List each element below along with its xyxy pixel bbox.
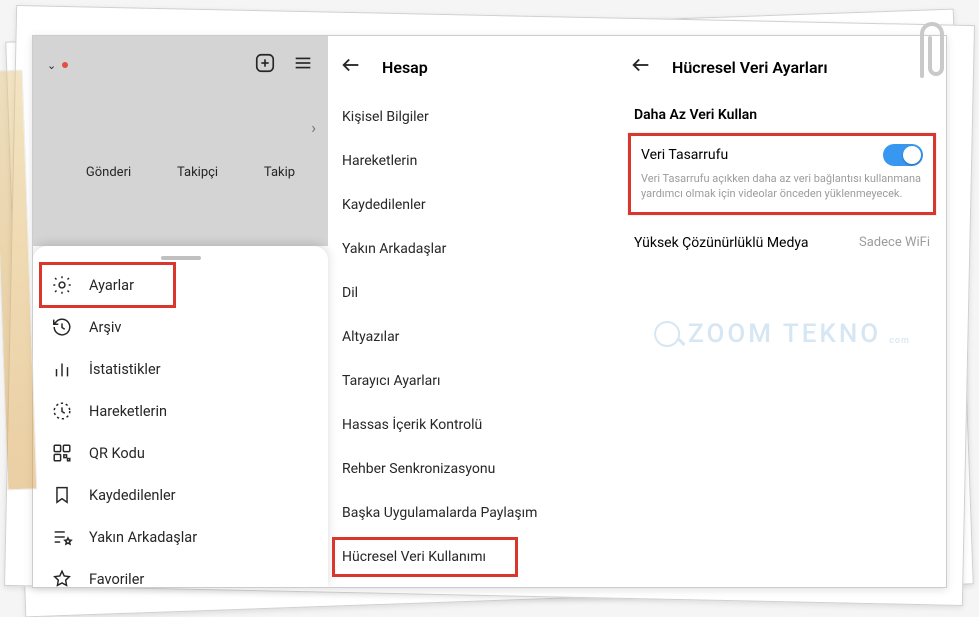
account-item-personal-info[interactable]: Kişisel Bilgiler (328, 97, 618, 137)
high-res-media-label: Yüksek Çözünürlüklü Medya (634, 235, 809, 251)
page-title: Hücresel Veri Ayarları (672, 58, 828, 77)
screen-cellular-data-settings: Hücresel Veri Ayarları Daha Az Veri Kull… (618, 36, 946, 587)
notification-dot-icon (62, 62, 68, 68)
menu-label: Favoriler (89, 571, 144, 588)
drag-handle[interactable] (161, 256, 201, 260)
data-saver-description: Veri Tasarrufu açıkken daha az veri bağl… (641, 172, 923, 202)
magnifier-icon (654, 321, 680, 347)
bar-chart-icon (51, 358, 73, 380)
stat-posts-label[interactable]: Gönderi (86, 165, 131, 180)
menu-item-close-friends[interactable]: Yakın Arkadaşlar (33, 516, 328, 558)
gear-icon (51, 274, 73, 296)
menu-item-settings[interactable]: Ayarlar (33, 264, 328, 306)
chevron-right-icon: › (311, 118, 316, 137)
history-icon (51, 316, 73, 338)
menu-item-favorites[interactable]: Favoriler (33, 558, 328, 587)
account-item-browser-settings[interactable]: Tarayıcı Ayarları (328, 361, 618, 401)
account-item-contacts-sync[interactable]: Rehber Senkronizasyonu (328, 449, 618, 489)
menu-item-qr[interactable]: QR Kodu (33, 432, 328, 474)
account-item-cellular-data[interactable]: Hücresel Veri Kullanımı (328, 537, 618, 577)
account-item-close-friends[interactable]: Yakın Arkadaşlar (328, 229, 618, 269)
menu-item-saved[interactable]: Kaydedilenler (33, 474, 328, 516)
back-button[interactable] (630, 54, 652, 81)
plus-square-icon (254, 52, 276, 74)
bookmark-icon (51, 484, 73, 506)
arrow-left-icon (340, 54, 362, 76)
clock-dotted-icon (51, 400, 73, 422)
account-item-original-posts[interactable]: Asıl Gönderiler (328, 581, 618, 588)
page-title: Hesap (382, 58, 428, 77)
account-item-language[interactable]: Dil (328, 273, 618, 313)
menu-label: QR Kodu (89, 445, 145, 462)
menu-label: Ayarlar (89, 277, 134, 294)
chevron-down-icon: ⌄ (47, 59, 56, 72)
screen-account-settings: Hesap Kişisel Bilgiler Hareketlerin Kayd… (328, 36, 618, 587)
menu-item-activity[interactable]: Hareketlerin (33, 390, 328, 432)
stat-followers-label[interactable]: Takipçi (177, 165, 218, 180)
arrow-left-icon (630, 54, 652, 76)
stat-following-label[interactable]: Takip (264, 165, 295, 180)
data-saver-block: Veri Tasarrufu Veri Tasarrufu açıkken da… (628, 133, 936, 215)
account-item-saved[interactable]: Kaydedilenler (328, 185, 618, 225)
high-res-media-row[interactable]: Yüksek Çözünürlüklü Medya Sadece WiFi (618, 225, 946, 261)
watermark: ZOOM TEKNO com (654, 319, 910, 349)
account-item-your-activity[interactable]: Hareketlerin (328, 141, 618, 181)
hamburger-menu-button[interactable] (292, 52, 314, 78)
menu-label: Kaydedilenler (89, 487, 176, 504)
menu-label: Yakın Arkadaşlar (89, 529, 197, 546)
account-item-sharing-other-apps[interactable]: Başka Uygulamalarda Paylaşım (328, 493, 618, 533)
back-button[interactable] (340, 54, 362, 81)
menu-icon (292, 52, 314, 74)
username-dropdown[interactable]: ⌄ (47, 59, 68, 72)
account-item-captions[interactable]: Altyazılar (328, 317, 618, 357)
tutorial-collage: ⌄ › Gönderi Takipçi (32, 35, 947, 588)
high-res-media-value: Sadece WiFi (859, 235, 930, 251)
section-less-data: Daha Az Veri Kullan (618, 97, 946, 129)
profile-bottom-sheet: Ayarlar Arşiv İstatistikler Hareketlerin (33, 246, 328, 587)
menu-label: İstatistikler (89, 361, 161, 378)
menu-label: Hareketlerin (89, 403, 167, 420)
star-outline-icon (51, 568, 73, 587)
qr-icon (51, 442, 73, 464)
data-saver-label: Veri Tasarrufu (641, 147, 728, 163)
menu-label: Arşiv (89, 319, 121, 336)
menu-item-insights[interactable]: İstatistikler (33, 348, 328, 390)
data-saver-toggle[interactable] (883, 144, 923, 166)
screen-profile-menu: ⌄ › Gönderi Takipçi (33, 36, 328, 587)
new-post-button[interactable] (254, 52, 276, 78)
menu-item-archive[interactable]: Arşiv (33, 306, 328, 348)
account-item-sensitive-content[interactable]: Hassas İçerik Kontrolü (328, 405, 618, 445)
list-star-icon (51, 526, 73, 548)
